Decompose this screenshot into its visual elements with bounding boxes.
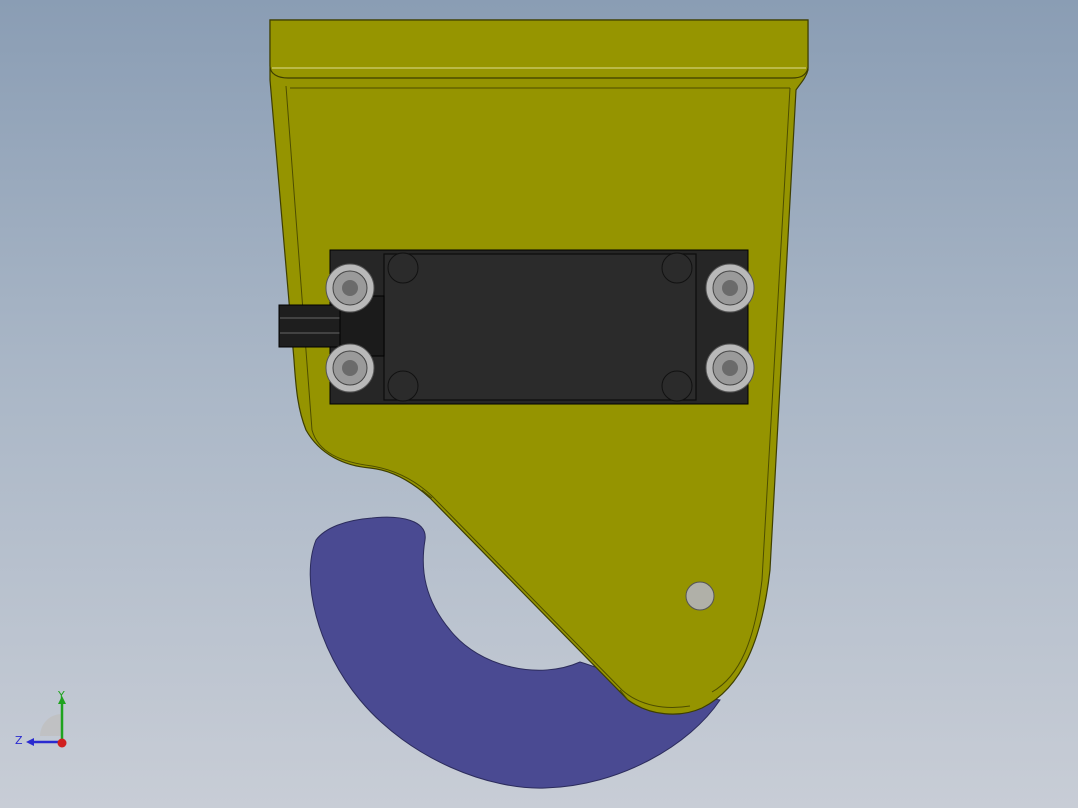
top-flange[interactable] — [269, 19, 809, 79]
screw-top-right[interactable] — [705, 263, 755, 313]
screw-bottom-right[interactable] — [705, 343, 755, 393]
screw-bottom-left[interactable] — [325, 343, 375, 393]
z-axis-label: Z — [15, 734, 23, 747]
orientation-triad[interactable]: Y Z — [10, 686, 80, 756]
screw-top-left[interactable] — [325, 263, 375, 313]
servo-cable[interactable] — [278, 304, 344, 348]
servo-body[interactable] — [383, 253, 697, 401]
graphics-viewport[interactable]: Y Z — [0, 0, 1078, 808]
3d-model-view[interactable] — [0, 0, 1078, 808]
servo-boss-tl — [387, 252, 419, 284]
z-axis-arrow — [26, 738, 34, 746]
servo-boss-br — [661, 370, 693, 402]
y-axis-label: Y — [57, 689, 65, 702]
servo-boss-tr — [661, 252, 693, 284]
triad-plane — [40, 714, 62, 736]
pivot-pin[interactable] — [685, 581, 715, 611]
x-axis-point — [57, 738, 67, 748]
servo-boss-bl — [387, 370, 419, 402]
